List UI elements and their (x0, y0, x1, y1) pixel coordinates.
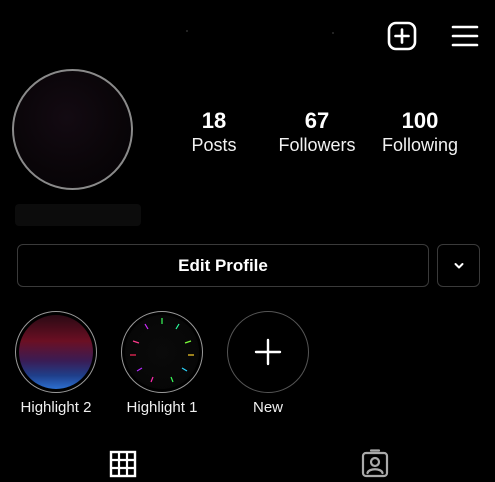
menu-button[interactable] (449, 20, 481, 52)
profile-avatar[interactable] (12, 69, 133, 190)
edit-profile-label: Edit Profile (178, 255, 268, 275)
posts-label: Posts (191, 135, 237, 155)
plus-square-icon (387, 21, 417, 51)
tab-posts-grid[interactable] (107, 448, 139, 480)
highlight-cover (125, 315, 199, 389)
highlight-cover (19, 315, 93, 389)
highlight-label: Highlight 2 (20, 399, 92, 416)
status-dot (186, 30, 188, 32)
plus-icon (254, 338, 282, 366)
grid-icon (109, 450, 137, 478)
highlight-label: Highlight 1 (126, 399, 198, 416)
hamburger-menu-icon (451, 25, 479, 47)
suggested-accounts-button[interactable] (437, 244, 480, 287)
following-count: 100 (401, 108, 439, 133)
edit-profile-button[interactable]: Edit Profile (17, 244, 429, 287)
new-highlight-ring (227, 311, 309, 393)
followers-stat[interactable]: 67 Followers (267, 108, 367, 156)
profile-name-placeholder (15, 204, 141, 226)
tagged-person-icon (361, 449, 389, 478)
posts-stat[interactable]: 18 Posts (164, 108, 264, 156)
new-highlight-button[interactable]: New (223, 311, 313, 417)
followers-label: Followers (278, 135, 356, 155)
new-highlight-label: New (252, 399, 283, 416)
following-stat[interactable]: 100 Following (370, 108, 470, 156)
new-post-button[interactable] (386, 20, 418, 52)
chevron-down-icon (454, 262, 463, 268)
status-dot (332, 32, 334, 34)
followers-count: 67 (304, 108, 330, 133)
tab-tagged[interactable] (359, 448, 391, 480)
posts-count: 18 (201, 108, 227, 133)
following-label: Following (381, 135, 459, 155)
highlight-ring (15, 311, 97, 393)
highlight-cover-art (130, 318, 194, 383)
highlight-ring (121, 311, 203, 393)
highlight-item[interactable]: Highlight 1 (117, 311, 207, 417)
highlight-item[interactable]: Highlight 2 (11, 311, 101, 417)
